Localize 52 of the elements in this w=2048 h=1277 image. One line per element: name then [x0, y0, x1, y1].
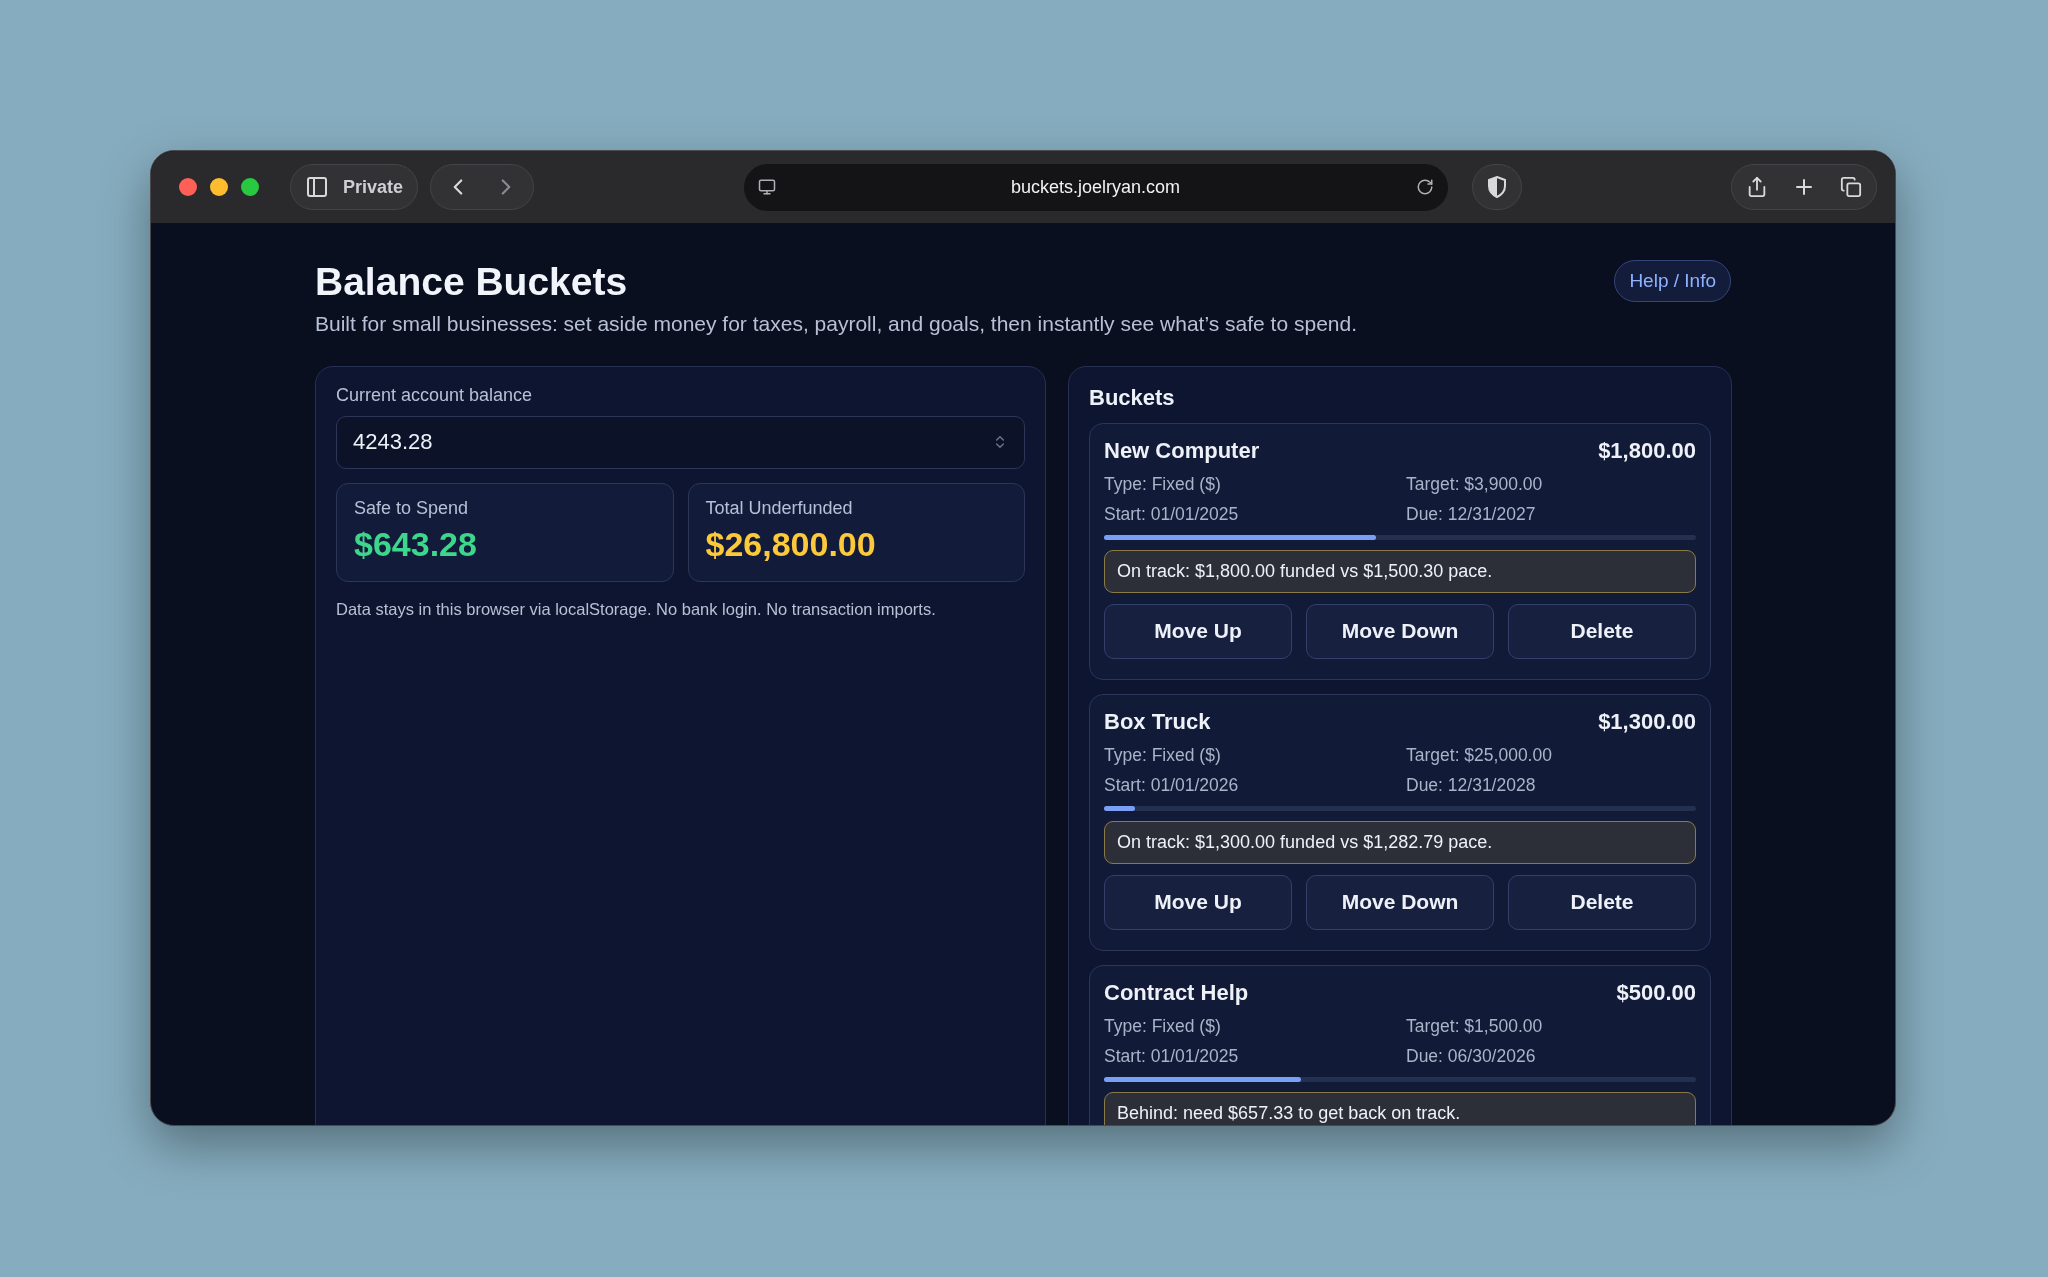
shield-icon	[1486, 176, 1507, 198]
close-button[interactable]	[179, 178, 197, 196]
stat-label: Total Underfunded	[705, 497, 854, 519]
balance-input[interactable]: 4243.28	[336, 415, 1025, 469]
delete-button[interactable]: Delete	[1508, 603, 1696, 659]
bucket-target: Target: $1,500.00	[1406, 1015, 1544, 1037]
bucket-target: Target: $25,000.00	[1406, 744, 1553, 766]
minimize-button[interactable]	[210, 178, 228, 196]
bucket-due: Due: 12/31/2027	[1406, 503, 1537, 525]
reload-icon[interactable]	[1415, 178, 1434, 196]
privacy-button[interactable]	[1471, 164, 1522, 210]
bucket-due: Due: 12/31/2028	[1406, 774, 1537, 796]
bucket-amount: $1,300.00	[1598, 708, 1696, 735]
bucket-type: Type: Fixed ($)	[1104, 1015, 1222, 1037]
bucket-due: Due: 06/30/2026	[1406, 1045, 1537, 1067]
bucket-amount: $500.00	[1616, 979, 1696, 1006]
tabs-button[interactable]	[1840, 176, 1862, 198]
site-icon	[757, 178, 776, 196]
page-subtitle: Built for small businesses: set aside money for taxes, payroll, and goals, then instantly see what’s safe to spend.	[315, 311, 1357, 336]
bucket-name: Box Truck	[1104, 708, 1211, 735]
bucket-start: Start: 01/01/2025	[1104, 1045, 1240, 1067]
bucket-type: Type: Fixed ($)	[1104, 744, 1222, 766]
page-title: Balance Buckets	[315, 259, 629, 305]
sidebar-button[interactable]: Private	[290, 164, 419, 210]
move-down-button[interactable]: Move Down	[1306, 874, 1494, 930]
field-label: Current account balance	[336, 384, 534, 406]
status-note: Behind: need $657.33 to get back on track.	[1104, 1091, 1696, 1125]
url-text: buckets.joelryan.com	[1009, 176, 1182, 198]
share-button[interactable]	[1746, 176, 1768, 198]
help-button[interactable]: Help / Info	[1614, 260, 1731, 302]
delete-button[interactable]: Delete	[1508, 874, 1696, 930]
bucket-name: Contract Help	[1104, 979, 1249, 1006]
status-note: On track: $1,300.00 funded vs $1,282.79 pace.	[1104, 820, 1696, 864]
move-down-button[interactable]: Move Down	[1306, 603, 1494, 659]
bucket-name: New Computer	[1104, 437, 1260, 464]
status-note: On track: $1,800.00 funded vs $1,500.30 pace.	[1104, 549, 1696, 593]
bucket-start: Start: 01/01/2026	[1104, 774, 1240, 796]
bucket-type: Type: Fixed ($)	[1104, 473, 1222, 495]
stat-value: $26,800.00	[705, 524, 877, 564]
panel-title: Buckets	[1089, 384, 1176, 411]
zoom-button[interactable]	[241, 178, 259, 196]
private-label: Private	[343, 176, 404, 198]
bucket-target: Target: $3,900.00	[1406, 473, 1544, 495]
stat-value: $643.28	[354, 524, 478, 564]
bucket-start: Start: 01/01/2025	[1104, 503, 1240, 525]
bucket-amount: $1,800.00	[1598, 437, 1696, 464]
sidebar-icon	[305, 175, 329, 199]
privacy-note: Data stays in this browser via localStorage. No bank login. No transaction imports.	[336, 599, 937, 619]
move-up-button[interactable]: Move Up	[1104, 874, 1292, 930]
move-up-button[interactable]: Move Up	[1104, 603, 1292, 659]
stat-label: Safe to Spend	[354, 497, 470, 519]
address-bar[interactable]: buckets.joelryan.com	[743, 163, 1448, 211]
